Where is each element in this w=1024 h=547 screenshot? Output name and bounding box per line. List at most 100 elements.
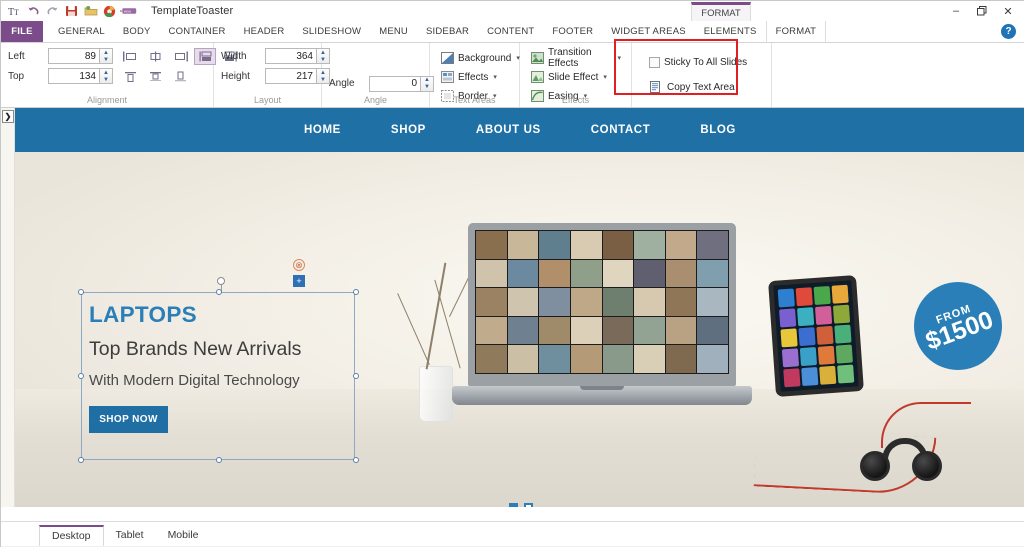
nav-link-shop[interactable]: SHOP <box>366 124 451 136</box>
left-spin-down[interactable]: ▼ <box>100 56 112 63</box>
group-label-alignment: Alignment <box>86 95 128 105</box>
minimize-button[interactable]: – <box>943 2 969 20</box>
slide-heading: Top Brands New Arrivals <box>89 337 302 360</box>
tab-format[interactable]: FORMAT <box>765 21 827 42</box>
tab-body[interactable]: BODY <box>114 21 160 42</box>
tab-general[interactable]: GENERAL <box>49 21 114 42</box>
open-folder-icon[interactable] <box>82 3 99 20</box>
chevron-down-icon[interactable]: ▾ <box>493 73 497 81</box>
text-tool-icon[interactable]: TT <box>6 3 23 20</box>
slide-effect-menu-item[interactable]: Slide Effect ▾ <box>527 69 624 85</box>
woocommerce-icon[interactable]: woo <box>120 3 137 20</box>
transition-effects-menu-item[interactable]: Transition Effects ▾ <box>527 47 624 69</box>
left-spin-up[interactable]: ▲ <box>100 49 112 56</box>
width-input[interactable]: 364 <box>265 48 317 64</box>
tab-container[interactable]: CONTAINER <box>160 21 235 42</box>
background-menu-item[interactable]: Background ▾ <box>437 50 520 66</box>
restore-button[interactable] <box>969 2 995 20</box>
preview-browser-icon[interactable] <box>101 3 118 20</box>
device-tab-bar: Desktop Tablet Mobile <box>1 521 1024 546</box>
resize-handle-sw[interactable] <box>78 457 84 463</box>
resize-handle-ne[interactable] <box>353 289 359 295</box>
ribbon-group-layout: Width 364 ▲ ▼ Height 217 ▲ ▼ Layout <box>214 43 330 107</box>
redo-icon[interactable] <box>44 3 61 20</box>
align-middle-icon[interactable] <box>144 68 166 85</box>
delete-text-area-icon[interactable]: ⊗ <box>293 259 305 271</box>
device-tab-desktop[interactable]: Desktop <box>39 525 104 546</box>
effects-menu-item[interactable]: Effects ▾ <box>437 69 512 85</box>
top-spinner[interactable]: 134 ▲ ▼ <box>48 68 113 84</box>
height-spinner[interactable]: 217 ▲ ▼ <box>265 68 330 84</box>
align-top-icon[interactable] <box>119 68 141 85</box>
undo-icon[interactable] <box>25 3 42 20</box>
laptop-device <box>452 223 752 405</box>
tab-file[interactable]: FILE <box>1 21 43 42</box>
device-tab-mobile[interactable]: Mobile <box>156 525 211 546</box>
resize-handle-w[interactable] <box>78 373 84 379</box>
tab-header[interactable]: HEADER <box>235 21 294 42</box>
top-label: Top <box>8 70 25 82</box>
sticky-to-all-slides-item[interactable]: Sticky To All Slides <box>646 54 764 70</box>
resize-handle-e[interactable] <box>353 373 359 379</box>
tab-footer[interactable]: FOOTER <box>543 21 602 42</box>
close-button[interactable]: ✕ <box>995 2 1021 20</box>
tab-widget-areas[interactable]: WIDGET AREAS <box>602 21 695 42</box>
headphone-cup-right <box>912 451 942 481</box>
top-spin-buttons[interactable]: ▲ ▼ <box>100 68 113 84</box>
expand-panel-button[interactable]: ❯ <box>2 110 14 123</box>
nav-link-contact[interactable]: CONTACT <box>566 124 676 136</box>
angle-spinner[interactable]: 0 ▲ ▼ <box>369 75 434 92</box>
top-input[interactable]: 134 <box>48 68 100 84</box>
background-fill-icon <box>440 52 454 65</box>
copy-text-area-icon <box>649 81 663 94</box>
contextual-tab-format[interactable]: FORMAT <box>691 2 751 21</box>
branch-1 <box>425 262 446 370</box>
align-left-icon[interactable] <box>119 48 141 65</box>
nav-link-about-us[interactable]: ABOUT US <box>451 124 566 136</box>
help-icon[interactable]: ? <box>1001 24 1016 39</box>
left-input[interactable]: 89 <box>48 48 100 64</box>
left-spin-buttons[interactable]: ▲ ▼ <box>100 48 113 64</box>
save-icon[interactable] <box>63 3 80 20</box>
tab-elements[interactable]: ELEMENTS <box>695 21 766 42</box>
tab-menu[interactable]: MENU <box>370 21 417 42</box>
copy-text-area-item[interactable]: Copy Text Area <box>646 79 764 95</box>
align-right-icon[interactable] <box>169 48 191 65</box>
width-spinner[interactable]: 364 ▲ ▼ <box>265 48 330 64</box>
add-text-area-icon[interactable]: + <box>293 275 305 287</box>
height-label: Height <box>221 70 250 82</box>
left-field-row: Left 89 ▲ ▼ <box>8 48 113 64</box>
tab-sidebar[interactable]: SIDEBAR <box>417 21 478 42</box>
top-spin-down[interactable]: ▼ <box>100 76 112 83</box>
tab-slideshow[interactable]: SLIDESHOW <box>293 21 370 42</box>
ribbon-group-alignment: Left 89 ▲ ▼ Top 134 ▲ ▼ Alignment <box>1 43 237 107</box>
left-spinner[interactable]: 89 ▲ ▼ <box>48 48 113 64</box>
angle-input[interactable]: 0 <box>369 75 421 92</box>
chevron-down-icon[interactable]: ▾ <box>603 73 607 81</box>
laptop-screen <box>468 223 736 386</box>
height-input[interactable]: 217 <box>265 68 317 84</box>
distribute-horizontal-icon[interactable] <box>194 48 216 65</box>
shop-now-button[interactable]: SHOP NOW <box>89 405 168 433</box>
resize-handle-s[interactable] <box>216 457 222 463</box>
top-spin-up[interactable]: ▲ <box>100 69 112 76</box>
sticky-to-all-slides-checkbox[interactable] <box>649 56 660 68</box>
top-field-row: Top 134 ▲ ▼ <box>8 68 113 84</box>
nav-link-home[interactable]: HOME <box>279 124 366 136</box>
chevron-down-icon[interactable]: ▾ <box>617 54 621 62</box>
device-tab-tablet[interactable]: Tablet <box>104 525 156 546</box>
rotation-handle[interactable] <box>217 277 225 285</box>
nav-link-blog[interactable]: BLOG <box>675 124 761 136</box>
tab-content[interactable]: CONTENT <box>478 21 543 42</box>
resize-handle-n[interactable] <box>216 289 222 295</box>
selected-text-area[interactable]: LAPTOPS Top Brands New Arrivals With Mod… <box>78 277 359 463</box>
headphones <box>860 438 948 483</box>
align-bottom-icon[interactable] <box>169 68 191 85</box>
ribbon-group-empty <box>772 43 1024 107</box>
resize-handle-se[interactable] <box>353 457 359 463</box>
tablet-device <box>768 275 864 397</box>
resize-handle-nw[interactable] <box>78 289 84 295</box>
align-center-icon[interactable] <box>144 48 166 65</box>
svg-text:woo: woo <box>124 10 131 14</box>
group-label-angle: Angle <box>363 95 388 105</box>
